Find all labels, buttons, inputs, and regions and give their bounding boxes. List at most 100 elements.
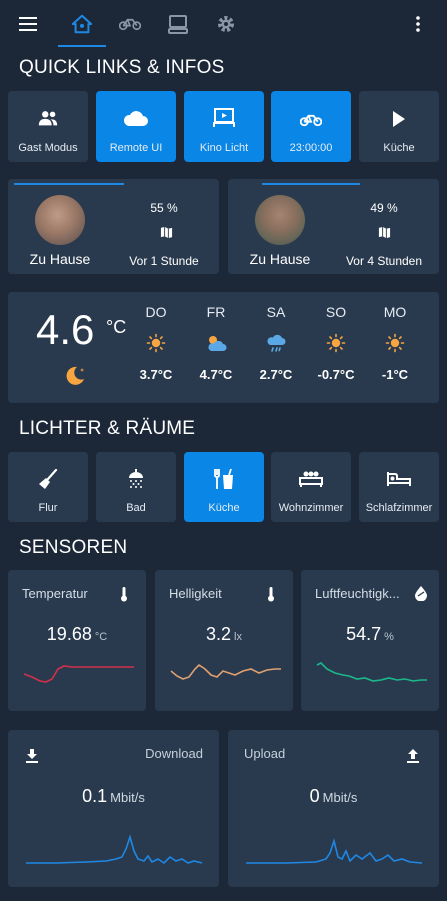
sensor-name: Luftfeuchtigk... (315, 586, 400, 601)
avatar (255, 195, 305, 245)
sensor-value: 19.68 °C (46, 624, 108, 644)
room-label: Schlafzimmer (365, 502, 433, 514)
temperature-history-graph (23, 665, 134, 683)
map-icon (160, 226, 173, 239)
shower-icon (129, 469, 143, 488)
sensor-unit: °C (94, 631, 108, 643)
room-bad[interactable]: Bad (96, 452, 176, 522)
tab-computer[interactable] (160, 6, 196, 42)
moon-icon (66, 366, 85, 385)
upload-icon (407, 749, 419, 763)
sensor-value: 54.7% (346, 624, 394, 644)
rain-icon (267, 334, 286, 352)
thermometer-icon (121, 587, 127, 602)
tab-home[interactable] (64, 6, 100, 42)
room-label: Bad (126, 502, 146, 514)
room-kueche[interactable]: Küche (184, 452, 264, 522)
battery-level: 49 % (370, 201, 398, 215)
quick-link-label: Küche (383, 142, 415, 154)
forecast-day-name: MO (383, 304, 407, 320)
sun-icon (385, 333, 405, 353)
forecast-temperature: -0.7°C (317, 367, 355, 382)
last-seen: Vor 4 Stunden (345, 254, 423, 268)
current-temperature: 4.6 (36, 306, 95, 353)
forecast-temperature: 3.7°C (139, 367, 173, 382)
hamburger-icon (19, 17, 37, 31)
quick-link-remote-ui[interactable]: Remote UI (96, 91, 176, 162)
play-icon (393, 111, 405, 127)
avatar (35, 195, 85, 245)
last-seen: Vor 1 Stunde (129, 254, 199, 268)
gear-icon (218, 16, 234, 32)
quick-links-title: QUICK LINKS & INFOS (19, 57, 225, 78)
person-status-bar (262, 183, 360, 185)
weather-card[interactable]: 4.6 °C DO 3.7°C FR 4.7°C SA 2.7°C SO -0.… (8, 292, 439, 403)
humidity-history-graph (316, 662, 427, 682)
person-card-2[interactable]: Zu Hause 49 % Vor 4 Stunden (228, 179, 439, 274)
broom-icon (39, 469, 58, 489)
person-status: Zu Hause (249, 251, 311, 267)
forecast-temperature: 2.7°C (259, 367, 293, 382)
download-history-graph (26, 834, 203, 865)
sensor-name: Helligkeit (169, 586, 222, 601)
bed-icon (387, 472, 411, 486)
forecast-day-name: SO (325, 304, 347, 320)
forecast-day: FR 4.7°C (191, 304, 241, 382)
map-icon (378, 226, 391, 239)
sensor-card-temperature[interactable]: Temperatur 19.68 °C (8, 570, 146, 711)
person-status-bar (14, 183, 124, 185)
sensor-card-brightness[interactable]: Helligkeit 3.2 lx (155, 570, 293, 711)
quick-link-label: Gast Modus (18, 142, 78, 154)
sensor-name: Temperatur (22, 586, 88, 601)
projector-screen-icon (213, 108, 235, 127)
sensor-value: 3.2 lx (206, 624, 242, 644)
quick-link-label: Remote UI (109, 142, 163, 154)
menu-button[interactable] (10, 6, 46, 42)
room-wohnzimmer[interactable]: Wohnzimmer (271, 452, 351, 522)
download-label: Download (145, 746, 203, 761)
upload-card[interactable]: Upload 0 Mbit/s (228, 730, 439, 887)
cloud-icon (123, 111, 148, 126)
person-card-1[interactable]: Zu Hause 55 % Vor 1 Stunde (8, 179, 219, 274)
sensors-title: SENSOREN (19, 537, 128, 558)
sun-icon (326, 333, 346, 353)
person-status: Zu Hause (29, 251, 91, 267)
upload-unit: Mbit/s (322, 790, 358, 805)
computer-icon (168, 15, 188, 34)
sensor-unit: % (384, 631, 394, 643)
forecast-temperature: -1°C (381, 367, 409, 382)
room-label: Wohnzimmer (278, 502, 344, 514)
upload-label: Upload (244, 746, 286, 761)
top-app-bar (0, 0, 447, 48)
forecast-temperature: 4.7°C (199, 367, 233, 382)
more-vert-icon (416, 16, 420, 32)
quick-link-label: 23:00:00 (289, 142, 333, 154)
download-icon (26, 749, 38, 763)
forecast-day: SO -0.7°C (311, 304, 361, 382)
temperature-unit: °C (106, 317, 127, 337)
room-schlafzimmer[interactable]: Schlafzimmer (359, 452, 439, 522)
people-icon (38, 111, 58, 126)
download-card[interactable]: Download 0.1 Mbit/s (8, 730, 219, 887)
forecast-day: SA 2.7°C (251, 304, 301, 382)
download-unit: Mbit/s (110, 790, 145, 805)
tab-settings[interactable] (208, 6, 244, 42)
tab-bike[interactable] (112, 6, 148, 42)
forecast-day: DO 3.7°C (131, 304, 181, 382)
more-options-button[interactable] (400, 6, 436, 42)
sensor-card-humidity[interactable]: Luftfeuchtigk... 54.7% (301, 570, 439, 711)
sensor-unit: lx (234, 631, 242, 643)
quick-link-bike-timer[interactable]: 23:00:00 (271, 91, 351, 162)
active-tab-indicator (58, 45, 106, 47)
upload-value: 0 Mbit/s (309, 786, 358, 806)
room-label: Flur (38, 502, 58, 514)
quick-link-guest-mode[interactable]: Gast Modus (8, 91, 88, 162)
quick-link-label: Kino Licht (199, 142, 249, 154)
download-value: 0.1 Mbit/s (82, 786, 145, 806)
rooms-title: LICHTER & RÄUME (19, 418, 196, 439)
sun-icon (146, 333, 166, 353)
quick-link-kueche[interactable]: Küche (359, 91, 439, 162)
forecast-day-name: FR (206, 304, 226, 320)
room-flur[interactable]: Flur (8, 452, 88, 522)
quick-link-kino-licht[interactable]: Kino Licht (184, 91, 264, 162)
